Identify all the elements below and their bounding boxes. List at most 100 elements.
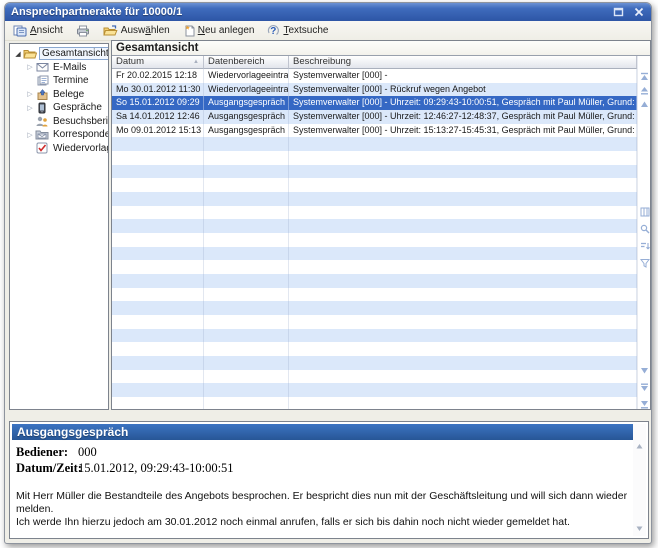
table-row-empty	[112, 397, 637, 409]
table-row-empty	[112, 356, 637, 370]
table-row-empty	[112, 288, 637, 302]
cell-datenbereich: Ausgangsgespräch	[204, 96, 289, 110]
table-row[interactable]: Mo 30.01.2012 11:30WiedervorlageeintragS…	[112, 83, 637, 97]
cell-empty	[289, 192, 637, 206]
tree-item-wiedervorlagen[interactable]: Wiedervorlagen	[10, 142, 108, 156]
table-body: Fr 20.02.2015 12:18WiedervorlageeintragS…	[112, 69, 637, 409]
filter-icon[interactable]	[639, 257, 650, 269]
expander-icon[interactable]: ▷	[25, 104, 35, 112]
cell-datenbereich: Ausgangsgespräch	[204, 124, 289, 138]
column-header-label: Datum	[116, 56, 144, 68]
toolbar: AnsichtAuswählenNeu anlegen?Textsuche	[5, 21, 651, 41]
cell-empty	[289, 219, 637, 233]
cell-empty	[112, 219, 204, 233]
table-row[interactable]: Sa 14.01.2012 12:46AusgangsgesprächSyste…	[112, 110, 637, 124]
scroll-page-up-icon[interactable]	[639, 84, 650, 96]
cell-empty	[112, 329, 204, 343]
column-header-datum[interactable]: Datum▲	[112, 56, 204, 69]
grid-view-icon[interactable]	[639, 206, 650, 218]
ansicht-button-label: Ansicht	[30, 25, 63, 36]
cell-empty	[204, 233, 289, 247]
table-row-empty	[112, 192, 637, 206]
auswaehlen-button[interactable]: Auswählen	[101, 22, 172, 39]
detail-scrollbar[interactable]	[633, 424, 646, 536]
cell-datenbereich: Ausgangsgespräch	[204, 110, 289, 124]
restore-icon[interactable]	[612, 6, 625, 18]
cell-empty	[112, 370, 204, 384]
scroll-down-icon[interactable]	[639, 364, 650, 376]
printer-icon	[76, 25, 90, 37]
column-header-datenbereich[interactable]: Datenbereich	[204, 56, 289, 69]
view-icon	[13, 25, 27, 37]
detail-scroll-up-icon[interactable]	[634, 440, 645, 452]
search-icon[interactable]	[639, 223, 650, 235]
cell-empty	[112, 165, 204, 179]
correspondence-icon	[35, 129, 49, 140]
tree-item-e-mails[interactable]: ▷ E-Mails	[10, 61, 108, 75]
cell-empty	[112, 356, 204, 370]
cell-empty	[204, 370, 289, 384]
expander-icon[interactable]: ▷	[25, 63, 35, 71]
expander-icon[interactable]: ▷	[25, 90, 35, 98]
column-header-beschreibung[interactable]: Beschreibung	[289, 56, 637, 69]
window: Ansprechpartnerakte für 10000/1 Ansicht A…	[4, 2, 652, 544]
task-check-icon	[35, 142, 49, 154]
ansicht-button[interactable]: Ansicht	[11, 22, 65, 39]
table-row[interactable]: Fr 20.02.2015 12:18WiedervorlageeintragS…	[112, 69, 637, 83]
cell-empty	[204, 342, 289, 356]
scroll-up-icon[interactable]	[639, 98, 650, 110]
tree-item-termine[interactable]: Termine	[10, 74, 108, 88]
cell-empty	[112, 260, 204, 274]
cell-datum: Sa 14.01.2012 12:46	[112, 110, 204, 124]
cell-empty	[289, 329, 637, 343]
cell-empty	[112, 315, 204, 329]
expander-icon[interactable]: ▷	[25, 131, 35, 139]
neu-anlegen-button[interactable]: Neu anlegen	[181, 22, 257, 39]
cell-empty	[112, 233, 204, 247]
tree-item-gespraeche[interactable]: ▷Gespräche	[10, 101, 108, 115]
table-row-empty	[112, 383, 637, 397]
tree-item-label: Besuchsberichte	[51, 116, 109, 127]
tree-item-gesamtansicht[interactable]: ◢ Gesamtansicht	[10, 47, 108, 61]
cell-datenbereich: Wiedervorlageeintrag	[204, 69, 289, 83]
cell-empty	[204, 288, 289, 302]
table-row-empty	[112, 274, 637, 288]
tree-item-label: Gesamtansicht	[39, 47, 109, 60]
textsuche-button-label: Textsuche	[283, 25, 328, 36]
table-row-empty	[112, 151, 637, 165]
table-row-empty	[112, 260, 637, 274]
scroll-first-icon[interactable]	[639, 70, 650, 82]
title-bar[interactable]: Ansprechpartnerakte für 10000/1	[5, 3, 651, 21]
cell-empty	[112, 151, 204, 165]
scroll-page-down-icon[interactable]	[639, 381, 650, 393]
close-icon[interactable]	[632, 6, 645, 18]
neu-anlegen-button-label: Neu anlegen	[198, 25, 255, 36]
cell-empty	[112, 206, 204, 220]
scroll-last-icon[interactable]	[639, 398, 650, 410]
text-search-icon: ?	[267, 24, 280, 37]
tree-item-korrespondenzen[interactable]: ▷Korrespondenzen	[10, 128, 108, 142]
expander-icon[interactable]: ◢	[13, 50, 23, 58]
tree-item-besuchsberichte[interactable]: Besuchsberichte	[10, 115, 108, 129]
cell-empty	[204, 383, 289, 397]
cell-empty	[112, 342, 204, 356]
tree-item-label: E-Mails	[51, 62, 88, 73]
cell-beschreibung: Systemverwalter [000] - Uhrzeit: 09:29:4…	[289, 96, 637, 110]
table-row[interactable]: Mo 09.01.2012 15:13AusgangsgesprächSyste…	[112, 124, 637, 138]
detail-body-line: Ich werde Ihn hierzu jedoch am 30.01.201…	[16, 516, 630, 529]
auswaehlen-button-label: Auswählen	[121, 25, 170, 36]
cell-empty	[289, 342, 637, 356]
detail-scroll-down-icon[interactable]	[634, 522, 645, 534]
sort-icon[interactable]	[639, 240, 650, 252]
table-row[interactable]: So 15.01.2012 09:29AusgangsgesprächSyste…	[112, 96, 637, 110]
table-row-empty	[112, 247, 637, 261]
textsuche-button[interactable]: ?Textsuche	[265, 22, 330, 39]
cell-empty	[112, 397, 204, 409]
print-button[interactable]	[74, 22, 92, 39]
cell-empty	[289, 165, 637, 179]
detail-field-label: Datum/Zeit:	[16, 461, 78, 476]
cell-empty	[289, 356, 637, 370]
cell-empty	[204, 247, 289, 261]
tree-item-belege[interactable]: ▷Belege	[10, 88, 108, 102]
detail-body-line: Mit Herr Müller die Bestandteile des Ang…	[16, 490, 630, 516]
